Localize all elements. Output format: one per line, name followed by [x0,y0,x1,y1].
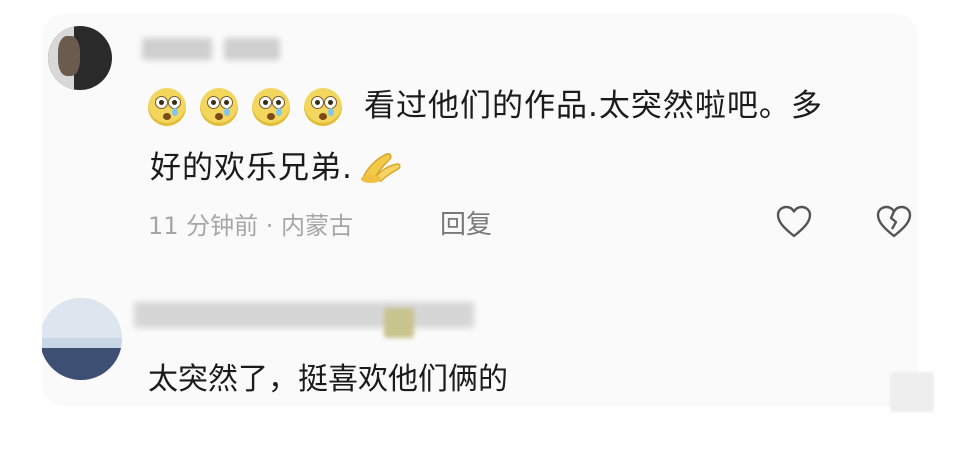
avatar[interactable] [48,26,112,90]
comment-text-line2-wrap: 好的欢乐兄弟. [150,148,405,188]
time-location: 11 分钟前 · 内蒙古 [148,212,354,240]
emoji-group [148,88,342,126]
comment-text-line2: 好的欢乐兄弟. [150,150,353,186]
surprised-face-emoji-icon [200,88,238,126]
user-badge-blurred [384,308,414,338]
reply-button[interactable]: 回复 [440,204,492,241]
comment-card: 看过他们的作品.太突然啦吧。多 好的欢乐兄弟. 11 分钟前 · 内蒙古 回复 … [42,14,918,406]
corner-overlay [890,372,934,412]
username-blurred[interactable] [142,38,212,60]
comment-text: 太突然了，挺喜欢他们俩的 [148,362,508,397]
surprised-face-emoji-icon [252,88,290,126]
surprised-face-emoji-icon [148,88,186,126]
username-blurred-part[interactable] [224,38,280,60]
heart-icon[interactable] [774,202,814,242]
comment-text-line1: 看过他们的作品.太突然啦吧。多 [364,88,823,124]
hand-wave-icon [357,148,405,184]
broken-heart-icon[interactable] [874,202,914,242]
username-blurred[interactable] [134,302,474,328]
surprised-face-emoji-icon [304,88,342,126]
avatar[interactable] [42,298,122,380]
